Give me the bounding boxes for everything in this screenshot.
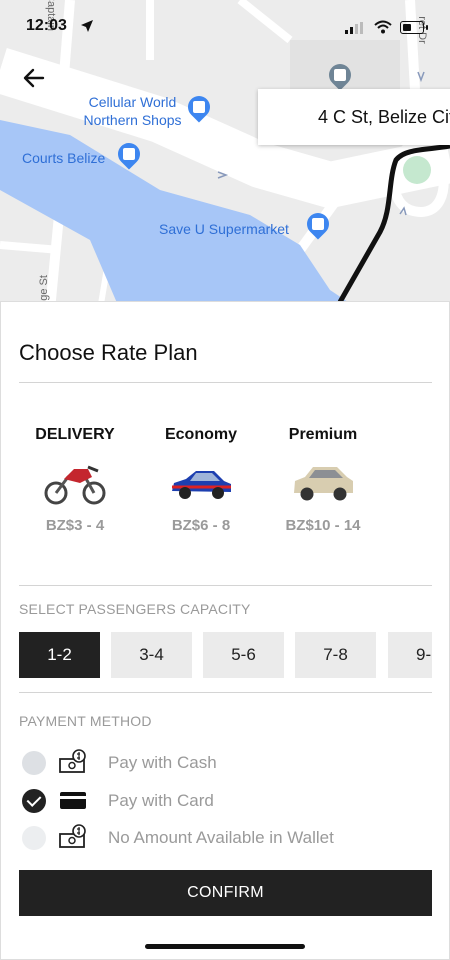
confirm-button[interactable]: CONFIRM — [19, 870, 432, 916]
sheet-title: Choose Rate Plan — [19, 340, 198, 365]
card-icon — [60, 792, 86, 809]
payment-option-label: No Amount Available in Wallet — [108, 828, 334, 847]
capacity-option-1-2[interactable]: 1-2 — [19, 632, 100, 678]
payment-option-card[interactable]: Pay with Card — [19, 787, 432, 815]
rate-plan-delivery[interactable]: DELIVERY BZ$3 - 4 — [19, 426, 131, 534]
battery-icon — [400, 21, 428, 34]
passenger-capacity-selector: 1-2 3-4 5-6 7-8 9- — [19, 632, 432, 678]
capacity-option-9-plus[interactable]: 9- — [388, 632, 432, 678]
plan-name: Premium — [288, 426, 358, 443]
capacity-option-3-4[interactable]: 3-4 — [111, 632, 192, 678]
location-arrow-icon — [81, 20, 93, 32]
map-label-save-u-supermarket[interactable]: Save U Supermarket — [159, 220, 289, 238]
divider — [19, 692, 432, 693]
capacity-option-5-6[interactable]: 5-6 — [203, 632, 284, 678]
rate-plan-economy[interactable]: Economy BZ$6 - 8 — [145, 426, 257, 534]
capacity-option-7-8[interactable]: 7-8 — [295, 632, 376, 678]
radio-button-disabled[interactable] — [22, 826, 46, 850]
cellular-signal-icon — [345, 22, 363, 34]
plan-name: DELIVERY — [35, 426, 115, 443]
payment-option-cash[interactable]: Pay with Cash — [19, 749, 432, 777]
rate-plan-premium[interactable]: Premium BZ$10 - 14 — [267, 426, 379, 534]
destination-address: 4 C St, Belize City — [318, 107, 450, 127]
suv-icon — [294, 467, 353, 501]
back-arrow-icon — [23, 68, 45, 88]
payment-option-wallet[interactable]: No Amount Available in Wallet — [19, 824, 432, 852]
map-label-cellular-world[interactable]: Cellular World Northern Shops — [70, 93, 195, 129]
wallet-cash-icon — [59, 824, 86, 848]
destination-address-box[interactable]: 4 C St, Belize City — [258, 89, 450, 145]
cash-icon — [59, 749, 86, 773]
map-view[interactable]: Cellular World Northern Shops Courts Beli… — [0, 0, 450, 310]
map-label-courts-belize[interactable]: Courts Belize — [22, 149, 105, 167]
plan-price: BZ$10 - 14 — [285, 517, 361, 534]
status-bar: 12:03 — [0, 0, 450, 44]
home-indicator[interactable] — [145, 944, 305, 949]
radio-button[interactable] — [22, 751, 46, 775]
plan-name: Economy — [164, 426, 237, 443]
plan-price: BZ$6 - 8 — [171, 517, 231, 534]
divider — [19, 585, 432, 586]
plan-price: BZ$3 - 4 — [45, 517, 105, 534]
back-button[interactable] — [18, 62, 50, 94]
rate-plan-sheet: Choose Rate Plan DELIVERY BZ$3 - 4 Econo… — [0, 301, 450, 960]
rate-plan-list: DELIVERY BZ$3 - 4 Economy BZ$6 - 8 Premi… — [19, 426, 432, 546]
capacity-section-label: SELECT PASSENGERS CAPACITY — [19, 601, 251, 617]
sedan-icon — [172, 471, 231, 499]
status-time: 12:03 — [26, 17, 67, 34]
divider — [19, 382, 432, 383]
payment-section-label: PAYMENT METHOD — [19, 713, 152, 729]
motorcycle-icon — [44, 465, 106, 505]
wifi-icon — [374, 20, 392, 34]
radio-button-checked[interactable] — [22, 789, 46, 813]
payment-option-label: Pay with Card — [108, 791, 214, 810]
payment-option-label: Pay with Cash — [108, 753, 217, 772]
